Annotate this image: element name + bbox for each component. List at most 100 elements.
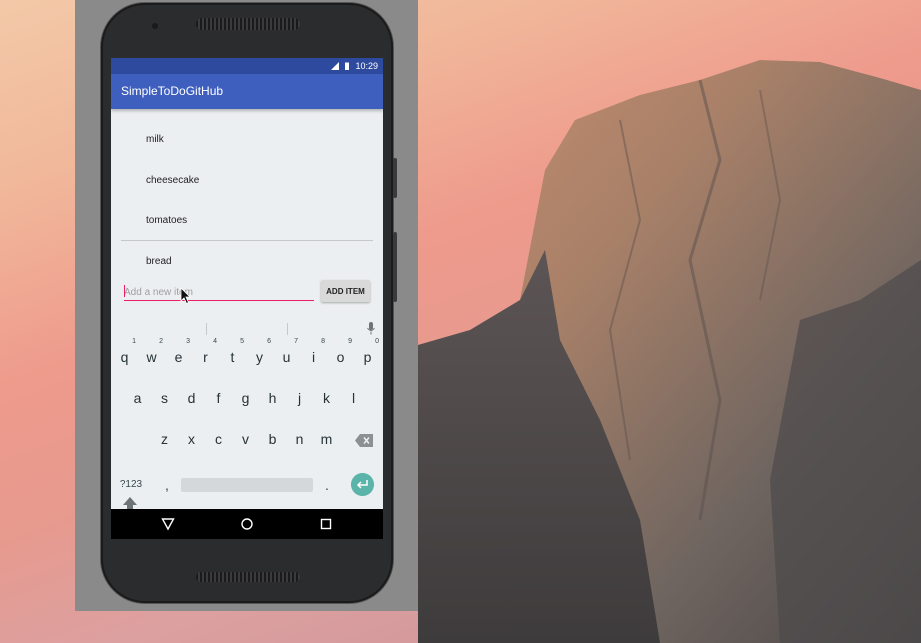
- key-label: c: [215, 431, 222, 447]
- key-f[interactable]: f: [205, 381, 232, 417]
- key-label: z: [161, 431, 168, 447]
- backspace-icon[interactable]: [355, 434, 373, 447]
- list-item[interactable]: tomatoes: [111, 193, 383, 234]
- list-item-label: tomatoes: [146, 215, 188, 226]
- key-v[interactable]: v: [232, 422, 259, 458]
- key-w[interactable]: 2w: [138, 338, 165, 376]
- app-title: SimpleToDoGitHub: [121, 84, 224, 98]
- key-y[interactable]: 6y: [246, 338, 273, 376]
- list-item-label: milk: [146, 134, 164, 145]
- text-caret: [124, 285, 125, 297]
- suggestion-divider: [206, 323, 207, 335]
- key-label: f: [216, 390, 221, 406]
- status-time: 10:29: [355, 61, 378, 71]
- key-i[interactable]: 8i: [300, 338, 327, 376]
- symbols-key[interactable]: ?123: [116, 474, 146, 496]
- key-a[interactable]: a: [124, 381, 151, 417]
- key-u[interactable]: 7u: [273, 338, 300, 376]
- battery-icon: [345, 62, 350, 70]
- space-bar[interactable]: [181, 478, 313, 492]
- suggestion-divider: [287, 323, 288, 335]
- key-j[interactable]: j: [286, 381, 313, 417]
- key-label: h: [268, 390, 277, 406]
- key-z[interactable]: z: [151, 422, 178, 458]
- key-hint: 0: [375, 338, 379, 345]
- key-hint: 7: [294, 338, 298, 345]
- key-hint: 6: [267, 338, 271, 345]
- list-item[interactable]: milk: [111, 112, 383, 153]
- key-hint: 1: [132, 338, 136, 345]
- add-item-input[interactable]: [124, 284, 314, 301]
- power-button[interactable]: [393, 158, 397, 198]
- key-label: b: [268, 431, 277, 447]
- key-hint: 5: [240, 338, 244, 345]
- bottom-speaker: [196, 572, 300, 582]
- key-h[interactable]: h: [259, 381, 286, 417]
- key-n[interactable]: n: [286, 422, 313, 458]
- suggestion-strip: [111, 318, 383, 340]
- key-b[interactable]: b: [259, 422, 286, 458]
- back-icon[interactable]: [161, 517, 175, 531]
- signal-icon: [331, 62, 340, 70]
- key-label: d: [187, 390, 196, 406]
- add-item-button[interactable]: ADD ITEM: [321, 280, 370, 302]
- key-label: x: [188, 431, 195, 447]
- volume-button[interactable]: [393, 232, 397, 302]
- enter-key-icon[interactable]: [351, 473, 374, 496]
- key-k[interactable]: k: [313, 381, 340, 417]
- earpiece-speaker: [196, 18, 300, 30]
- app-bar: SimpleToDoGitHub: [111, 74, 383, 109]
- key-label: u: [282, 349, 291, 365]
- key-label: e: [174, 349, 183, 365]
- front-camera: [152, 23, 158, 29]
- key-o[interactable]: 9o: [327, 338, 354, 376]
- key-q[interactable]: 1q: [111, 338, 138, 376]
- status-bar: 10:29: [111, 58, 383, 74]
- home-icon[interactable]: [240, 517, 254, 531]
- soft-keyboard: 1q 2w 3e 4r 5t 6y 7u 8i 9o 0p a s d f g …: [111, 318, 383, 516]
- phone-screen: 10:29 SimpleToDoGitHub milk cheesecake t…: [111, 58, 383, 538]
- key-x[interactable]: x: [178, 422, 205, 458]
- recents-icon[interactable]: [319, 517, 333, 531]
- key-hint: 9: [348, 338, 352, 345]
- key-p[interactable]: 0p: [354, 338, 381, 376]
- mouse-pointer-icon: [180, 287, 191, 305]
- list-item-label: cheesecake: [146, 174, 200, 186]
- key-label: r: [203, 349, 208, 365]
- key-e[interactable]: 3e: [165, 338, 192, 376]
- todo-list[interactable]: milk cheesecake tomatoes bread: [111, 112, 383, 274]
- list-item-label: bread: [146, 255, 172, 267]
- key-hint: 4: [213, 338, 217, 345]
- key-c[interactable]: c: [205, 422, 232, 458]
- key-label: g: [241, 390, 250, 406]
- key-hint: 2: [159, 338, 163, 345]
- key-m[interactable]: m: [313, 422, 340, 458]
- key-label: j: [297, 390, 302, 406]
- key-label: s: [161, 390, 168, 406]
- key-g[interactable]: g: [232, 381, 259, 417]
- list-divider: [121, 240, 373, 241]
- key-label: p: [363, 349, 372, 365]
- key-s[interactable]: s: [151, 381, 178, 417]
- navigation-bar: [111, 509, 383, 539]
- comma-key[interactable]: ,: [157, 474, 177, 496]
- key-l[interactable]: l: [340, 381, 367, 417]
- key-label: i: [311, 349, 316, 365]
- key-label: q: [120, 349, 129, 365]
- key-d[interactable]: d: [178, 381, 205, 417]
- key-label: t: [230, 349, 235, 365]
- key-hint: 3: [186, 338, 190, 345]
- period-key[interactable]: .: [317, 474, 337, 496]
- key-label: n: [295, 431, 304, 447]
- key-label: m: [320, 431, 333, 447]
- key-t[interactable]: 5t: [219, 338, 246, 376]
- key-label: k: [323, 390, 330, 406]
- key-label: w: [146, 349, 157, 365]
- key-label: l: [351, 390, 356, 406]
- key-r[interactable]: 4r: [192, 338, 219, 376]
- key-label: y: [256, 349, 263, 365]
- key-label: o: [336, 349, 345, 365]
- list-item[interactable]: cheesecake: [111, 153, 383, 194]
- key-hint: 8: [321, 338, 325, 345]
- mic-icon[interactable]: [366, 322, 376, 336]
